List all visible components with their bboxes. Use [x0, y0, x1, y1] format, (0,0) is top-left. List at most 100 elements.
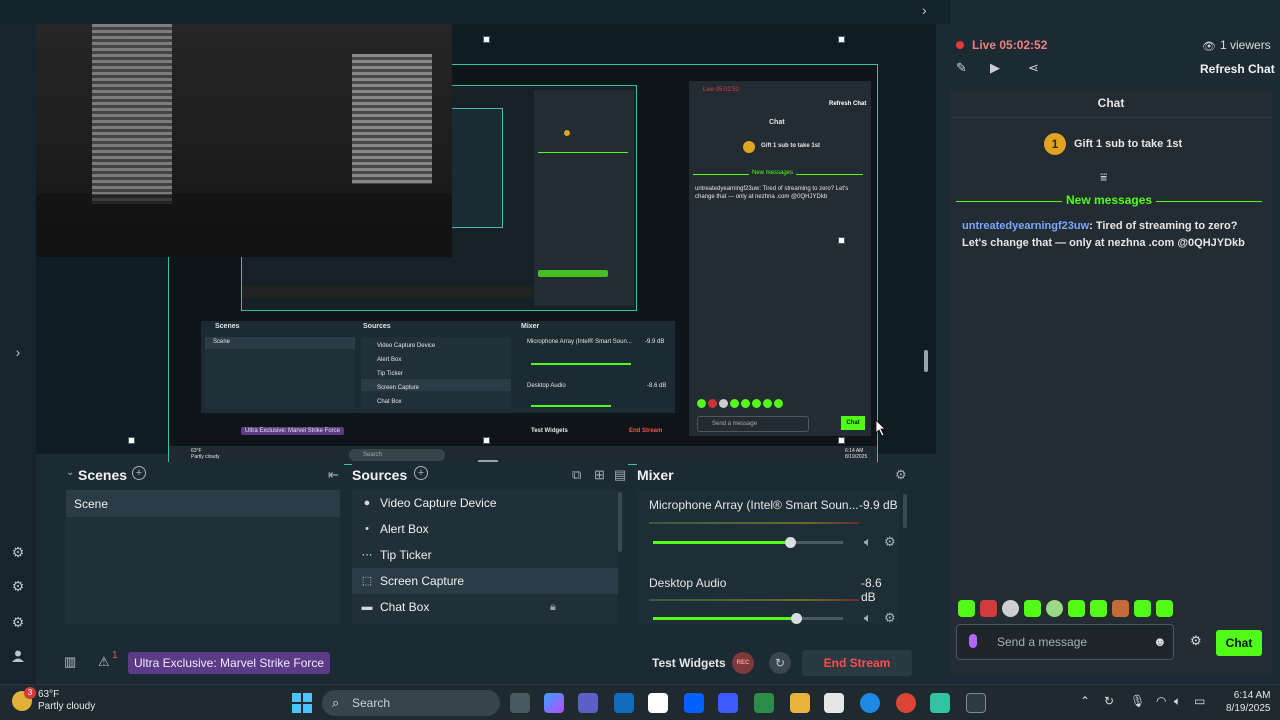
source-item[interactable]: ⬚ Screen Capture: [352, 568, 618, 594]
emote-icon[interactable]: [1156, 600, 1173, 617]
windows-start-icon[interactable]: [292, 693, 312, 713]
resize-handle[interactable]: [483, 437, 490, 444]
record-button[interactable]: REC: [732, 652, 754, 674]
source-item[interactable]: ● Video Capture Device: [352, 490, 618, 516]
mixer-volume-slider[interactable]: [653, 537, 843, 548]
tray-chevron-icon[interactable]: ⌃: [1080, 694, 1090, 708]
battery-icon[interactable]: ▭: [1194, 694, 1205, 708]
app-icon[interactable]: [718, 693, 738, 713]
volume-icon[interactable]: 🔈︎: [1174, 694, 1181, 709]
collapse-chevron-icon[interactable]: ⌄: [66, 467, 74, 478]
search-placeholder: Search: [352, 696, 391, 710]
microphone-icon[interactable]: [969, 634, 977, 648]
dropbox-icon[interactable]: [684, 693, 704, 713]
sync-icon[interactable]: ↻: [1104, 694, 1114, 708]
resize-handle[interactable]: [838, 36, 845, 43]
chat-username[interactable]: untreatedyearningf23uw: [962, 220, 1089, 232]
stats-icon[interactable]: ▥: [64, 654, 76, 670]
source-group-icon[interactable]: ⊞: [594, 467, 605, 483]
mixer-channel-level: -9.9 dB: [859, 498, 898, 512]
streamlabs-icon[interactable]: [930, 693, 950, 713]
webcam-feed[interactable]: [36, 24, 452, 257]
scene-transition-icon[interactable]: ⇤: [328, 467, 339, 483]
chat-input[interactable]: Send a message ☻: [956, 624, 1174, 660]
mixer-scrollbar[interactable]: [903, 494, 907, 528]
live-dot-icon: [956, 41, 964, 49]
mixer-volume-slider[interactable]: [653, 613, 843, 624]
emote-icon[interactable]: [1112, 600, 1129, 617]
source-save-icon[interactable]: ▤: [614, 467, 626, 483]
chrome-icon[interactable]: [896, 693, 916, 713]
mixer-settings-icon[interactable]: ⚙: [895, 467, 907, 483]
gift-goal-text[interactable]: Gift 1 sub to take 1st: [1074, 138, 1182, 150]
emoji-icon[interactable]: ☻: [1153, 634, 1167, 649]
collapse-chat-icon[interactable]: ›: [922, 2, 927, 18]
store-icon[interactable]: [824, 693, 844, 713]
outlook-icon[interactable]: [614, 693, 634, 713]
add-source-icon[interactable]: +: [414, 466, 428, 480]
replay-buffer-icon[interactable]: ↻: [769, 652, 791, 674]
pinned-collapse-icon[interactable]: ⩸: [1100, 170, 1107, 185]
file-explorer-icon[interactable]: [790, 693, 810, 713]
emote-icon[interactable]: [980, 600, 997, 617]
speaker-icon[interactable]: 🔈︎: [864, 610, 872, 626]
notifications-icon[interactable]: ⚠: [98, 654, 110, 670]
source-folder-icon[interactable]: ⧉: [572, 467, 581, 483]
mini-send-input: Send a message: [697, 416, 809, 432]
emote-icon[interactable]: [1002, 600, 1019, 617]
app-icon[interactable]: [754, 693, 774, 713]
mic-tray-icon[interactable]: 🎙︎: [1130, 694, 1145, 708]
edit-stream-icon[interactable]: ✎: [956, 60, 967, 76]
scenes-dock: ⌄ Scenes + ⇤ Scene: [66, 462, 344, 630]
copilot-icon[interactable]: [544, 693, 564, 713]
apps-icon[interactable]: ⚙: [8, 576, 28, 596]
resize-handle[interactable]: [483, 36, 490, 43]
camera-settings-icon[interactable]: ▶: [990, 60, 1000, 76]
speaker-icon[interactable]: 🔈︎: [864, 534, 872, 550]
profile-icon[interactable]: [8, 648, 28, 668]
refresh-chat-button[interactable]: Refresh Chat: [1200, 62, 1275, 76]
scene-item[interactable]: Scene: [66, 490, 340, 517]
emote-icon[interactable]: [1068, 600, 1085, 617]
add-scene-icon[interactable]: +: [132, 466, 146, 480]
amazon-icon[interactable]: [648, 693, 668, 713]
app-icon[interactable]: [966, 693, 986, 713]
weather-widget[interactable]: 63°F Partly cloudy: [38, 689, 95, 713]
resize-handle[interactable]: [838, 237, 845, 244]
edge-icon[interactable]: [860, 693, 880, 713]
lock-icon[interactable]: 🔒︎: [550, 594, 556, 620]
channel-settings-icon[interactable]: ⚙: [884, 610, 896, 626]
clock[interactable]: 6:14 AM 8/19/2025: [1226, 689, 1271, 715]
end-stream-button[interactable]: End Stream: [802, 650, 912, 676]
mini-chat-title: Chat: [769, 119, 785, 126]
source-item[interactable]: ▬ Chat Box 🔒︎: [352, 594, 618, 620]
wifi-icon[interactable]: ◠: [1156, 694, 1166, 708]
test-widgets-button[interactable]: Test Widgets: [652, 656, 726, 670]
mini-bottom-bar: Ultra Exclusive: Marvel Strike Force Tes…: [201, 425, 675, 439]
resize-handle[interactable]: [838, 437, 845, 444]
emote-icon[interactable]: [1090, 600, 1107, 617]
editor-scrollbar[interactable]: [924, 350, 928, 372]
chat-settings-icon[interactable]: ⚙: [1190, 633, 1202, 649]
source-item[interactable]: • Alert Box: [352, 516, 618, 542]
send-chat-button[interactable]: Chat: [1216, 630, 1262, 656]
stream-game-pill[interactable]: Ultra Exclusive: Marvel Strike Force: [128, 652, 331, 674]
emote-icon[interactable]: [1024, 600, 1041, 617]
emote-icon[interactable]: [1134, 600, 1151, 617]
themes-icon[interactable]: ⚙: [8, 542, 28, 562]
editor-preview[interactable]: Live 05:02:52 Refresh Chat Chat Gift 1 s…: [36, 24, 936, 465]
taskbar-search[interactable]: ⌕ Search: [322, 690, 500, 716]
emote-icon[interactable]: [958, 600, 975, 617]
emote-icon[interactable]: [1046, 600, 1063, 617]
settings-icon[interactable]: ⚙: [8, 612, 28, 632]
mixer-channel-level: -8.6 dB: [861, 576, 882, 604]
task-view-icon[interactable]: [510, 693, 530, 713]
resize-handle[interactable]: [128, 437, 135, 444]
mouse-cursor-icon: [875, 419, 886, 437]
source-item[interactable]: ⋯ Tip Ticker: [352, 542, 618, 568]
expand-chevron-icon[interactable]: ›: [8, 342, 28, 362]
sources-scrollbar[interactable]: [618, 492, 622, 552]
share-icon[interactable]: ⋖: [1028, 60, 1039, 76]
channel-settings-icon[interactable]: ⚙: [884, 534, 896, 550]
teams-icon[interactable]: [578, 693, 598, 713]
